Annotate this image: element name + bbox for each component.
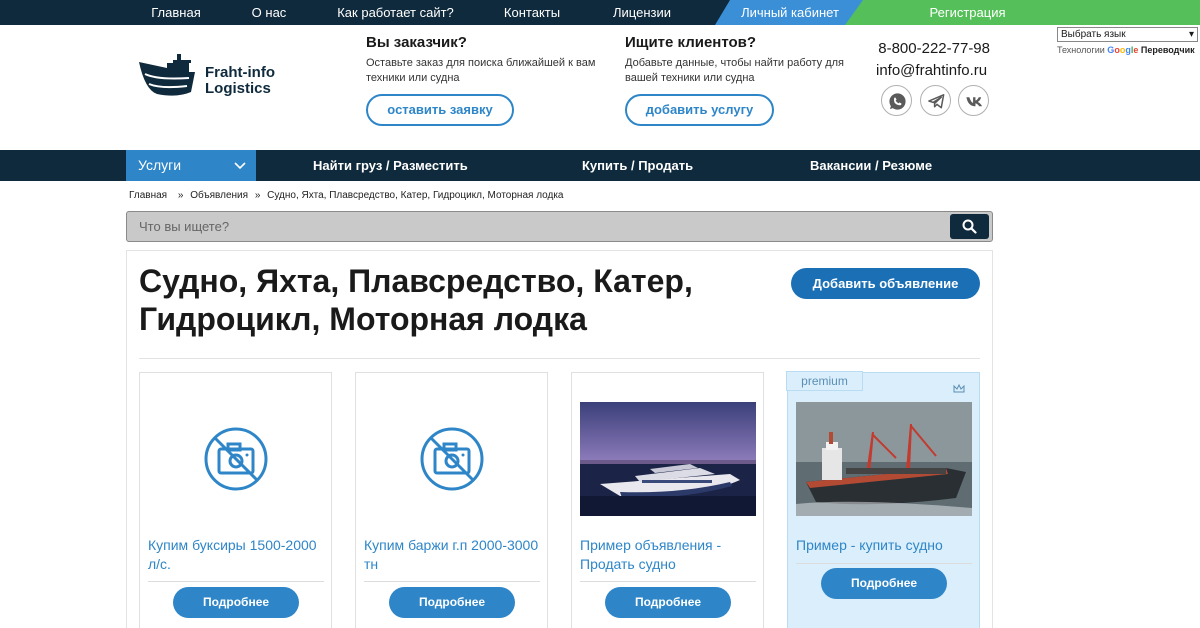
google-translate-label[interactable]: Технологии Google Переводчик xyxy=(1057,45,1197,55)
telegram-icon[interactable] xyxy=(920,85,951,116)
details-button[interactable]: Подробнее xyxy=(821,568,947,599)
cargo-ship-photo[interactable] xyxy=(796,402,972,516)
listing-card[interactable]: Купим буксиры 1500-2000 л/с. Подробнее xyxy=(139,372,332,628)
card-divider xyxy=(796,563,972,564)
breadcrumb-separator: » xyxy=(177,190,184,201)
clients-promo: Ищите клиентов? Добавьте данные, чтобы н… xyxy=(625,34,855,126)
no-photo-icon xyxy=(419,426,485,497)
card-divider xyxy=(148,581,324,582)
cabinet-link[interactable]: Личный кабинет xyxy=(715,0,865,25)
card-title[interactable]: Купим баржи г.п 2000-3000 тн xyxy=(364,536,542,574)
logo-line-2: Logistics xyxy=(205,80,271,97)
listing-card[interactable]: Купим баржи г.п 2000-3000 тн Подробнее xyxy=(355,372,548,628)
search-icon xyxy=(962,219,977,234)
search-button[interactable] xyxy=(950,214,989,239)
card-divider xyxy=(364,581,540,582)
page-title: Судно, Яхта, Плавсредство, Катер, Гидроц… xyxy=(139,263,693,337)
details-button[interactable]: Подробнее xyxy=(605,587,731,618)
services-dropdown[interactable]: Услуги xyxy=(126,150,256,181)
breadcrumb-current: Судно, Яхта, Плавсредство, Катер, Гидроц… xyxy=(267,190,564,201)
details-button[interactable]: Подробнее xyxy=(389,587,515,618)
breadcrumb-ads[interactable]: Объявления xyxy=(190,190,248,201)
top-link-how[interactable]: Как работает сайт? xyxy=(333,0,458,25)
premium-badge: premium xyxy=(786,371,863,391)
breadcrumb: Главная » Объявления » Судно, Яхта, Плав… xyxy=(129,190,567,201)
clients-title: Ищите клиентов? xyxy=(625,34,757,51)
yacht-photo[interactable] xyxy=(580,402,756,516)
breadcrumb-home[interactable]: Главная xyxy=(129,190,167,201)
crown-icon xyxy=(953,381,965,399)
google-logo: Google xyxy=(1107,45,1139,55)
top-link-licenses[interactable]: Лицензии xyxy=(604,0,680,25)
powered-by-label: Технологии xyxy=(1057,45,1105,55)
add-service-button[interactable]: добавить услугу xyxy=(625,94,774,126)
customer-promo: Вы заказчик? Оставьте заказ для поиска б… xyxy=(366,34,596,126)
listing-card-premium[interactable]: Пример - купить судно Подробнее xyxy=(787,372,980,628)
ship-logo-icon xyxy=(139,54,195,96)
language-widget: Выбрать язык Технологии Google Переводчи… xyxy=(1057,27,1198,55)
whatsapp-icon[interactable] xyxy=(881,85,912,116)
top-bar: Главная О нас Как работает сайт? Контакт… xyxy=(0,0,1200,25)
vk-icon[interactable] xyxy=(958,85,989,116)
breadcrumb-separator: » xyxy=(254,190,261,201)
search-bar: Что вы ищете? xyxy=(126,211,993,242)
details-button[interactable]: Подробнее xyxy=(173,587,299,618)
logo-line-1: Fraht-info xyxy=(205,64,275,81)
top-link-home[interactable]: Главная xyxy=(145,0,207,25)
customer-text: Оставьте заказ для поиска ближайшей к ва… xyxy=(366,57,596,84)
listing-card[interactable]: Пример объявления - Продать судно Подроб… xyxy=(571,372,764,628)
site-logo[interactable]: Fraht-info Logistics xyxy=(137,52,297,102)
nav-find-cargo[interactable]: Найти груз / Разместить xyxy=(313,150,468,181)
phone-number[interactable]: 8-800-222-77-98 xyxy=(876,40,990,57)
clients-text: Добавьте данные, чтобы найти работу для … xyxy=(625,57,845,84)
top-link-about[interactable]: О нас xyxy=(243,0,295,25)
add-listing-button[interactable]: Добавить объявление xyxy=(791,268,980,299)
card-title[interactable]: Пример объявления - Продать судно xyxy=(580,536,758,574)
contacts-block: 8-800-222-77-98 info@frahtinfo.ru xyxy=(876,40,996,79)
nav-jobs[interactable]: Вакансии / Резюме xyxy=(810,150,932,181)
top-link-contacts[interactable]: Контакты xyxy=(495,0,569,25)
divider xyxy=(139,358,980,359)
card-divider xyxy=(580,581,756,582)
main-nav: Услуги Найти груз / Разместить Купить / … xyxy=(0,150,1200,181)
card-title[interactable]: Купим буксиры 1500-2000 л/с. xyxy=(148,536,326,574)
nav-buy-sell[interactable]: Купить / Продать xyxy=(582,150,693,181)
email-address[interactable]: info@frahtinfo.ru xyxy=(876,62,996,79)
leave-request-button[interactable]: оставить заявку xyxy=(366,94,514,126)
search-input[interactable]: Что вы ищете? xyxy=(139,212,229,241)
services-label: Услуги xyxy=(138,157,182,173)
chevron-down-icon xyxy=(234,150,246,193)
language-select[interactable]: Выбрать язык xyxy=(1057,27,1198,42)
register-link[interactable]: Регистрация xyxy=(845,0,1200,25)
card-title[interactable]: Пример - купить судно xyxy=(796,536,974,555)
customer-title: Вы заказчик? xyxy=(366,34,467,51)
translate-label: Переводчик xyxy=(1140,45,1195,55)
no-photo-icon xyxy=(203,426,269,497)
